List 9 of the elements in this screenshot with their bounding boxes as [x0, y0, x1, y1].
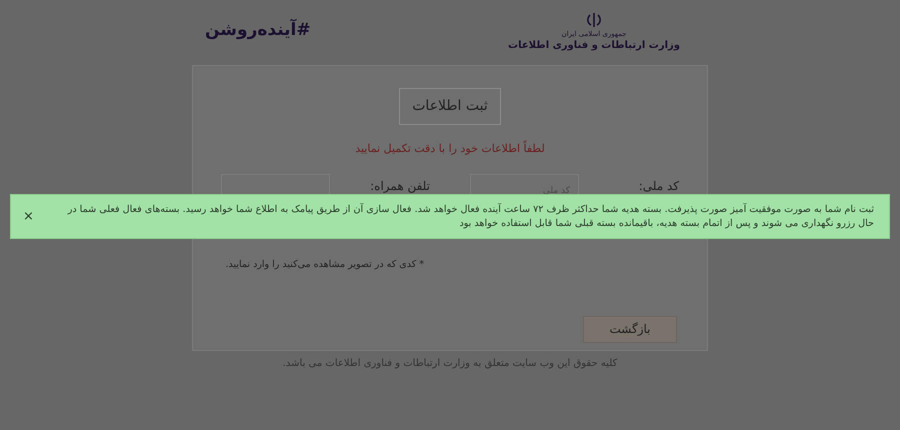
field-label: تلفن همراه:	[370, 178, 430, 194]
slogan-logo: #آینده‌روشن	[205, 18, 311, 42]
instruction-text: لطفاً اطلاعات خود را با دقت تکمیل نمایید	[354, 141, 546, 157]
field-label: کد ملی:	[638, 178, 679, 194]
form-title: ثبت اطلاعات	[399, 88, 501, 125]
captcha-note: * کدی که در تصویر مشاهده می‌کنید را وارد نمایید.	[224, 258, 424, 272]
close-button[interactable]: ×	[19, 210, 38, 223]
emblem-icon	[585, 10, 604, 28]
ministry-name: وزارت ارتباطات و فناوری اطلاعات	[508, 38, 680, 52]
